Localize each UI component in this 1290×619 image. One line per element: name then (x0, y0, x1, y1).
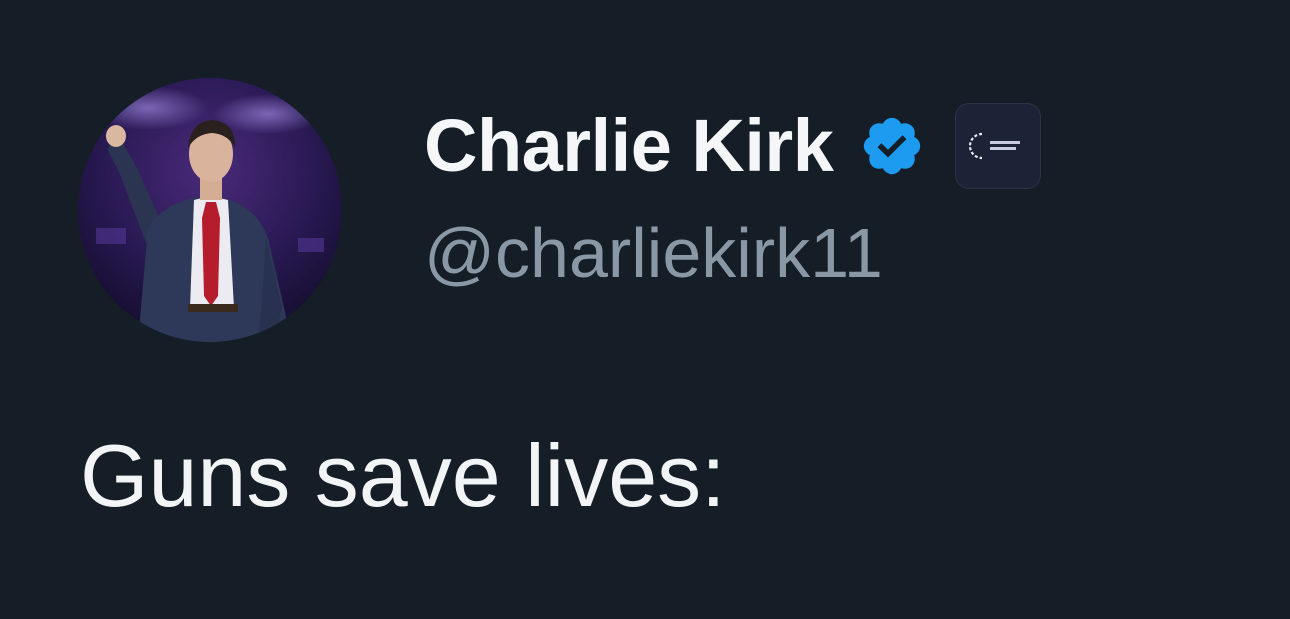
avatar-photo (78, 78, 342, 342)
tweet-text: Guns save lives: (80, 426, 726, 525)
organization-affiliate-logo-icon (969, 132, 1021, 160)
tweet-card: Charlie Kirk @charliekirk11 Guns save li… (0, 0, 1290, 619)
affiliate-badge[interactable] (955, 103, 1042, 189)
avatar[interactable] (78, 78, 342, 342)
verified-badge-icon[interactable] (859, 113, 925, 179)
author-handle[interactable]: @charliekirk11 (424, 218, 883, 288)
author-name-row: Charlie Kirk (424, 96, 1042, 196)
display-name[interactable]: Charlie Kirk (424, 109, 834, 183)
